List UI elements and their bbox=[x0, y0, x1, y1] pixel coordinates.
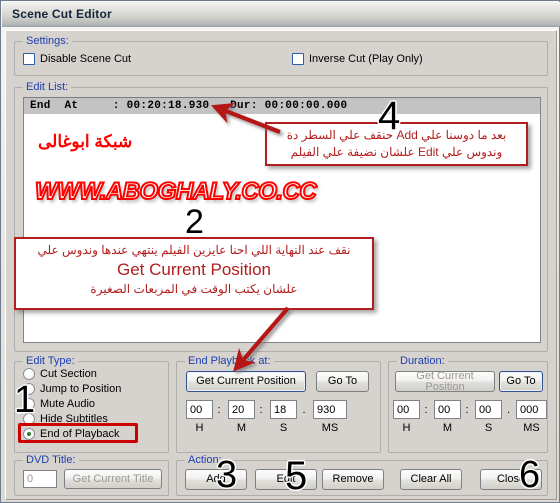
step-number-2: 2 bbox=[185, 203, 205, 241]
duration-minutes-input[interactable]: 00 bbox=[434, 400, 461, 419]
step-number-4: 4 bbox=[377, 94, 401, 138]
unit-seconds-label: S bbox=[279, 422, 288, 434]
disable-scene-cut-checkbox[interactable]: Disable Scene Cut bbox=[23, 53, 131, 65]
edit-list-row[interactable]: End At : 00:20:18.930 - Dur: 00:00:00.00… bbox=[24, 98, 540, 114]
annotation-line: وندوس علي Edit علشان نضيفة علي الفيلم bbox=[290, 145, 503, 159]
settings-legend: Settings: bbox=[23, 35, 72, 47]
inverse-cut-label: Inverse Cut (Play Only) bbox=[309, 53, 423, 65]
time-separator: . bbox=[302, 404, 306, 416]
radio-jump-to-position[interactable]: Jump to Position bbox=[23, 383, 121, 395]
end-playback-get-current-position-button[interactable]: Get Current Position bbox=[186, 371, 306, 392]
end-playback-ms-input[interactable]: 930 bbox=[313, 400, 347, 419]
checkbox-box-icon bbox=[292, 53, 304, 65]
unit-minutes-label: M bbox=[442, 422, 453, 434]
radio-label: Cut Section bbox=[40, 368, 97, 380]
step-number-1: 1 bbox=[13, 379, 36, 421]
step-number-5: 5 bbox=[284, 454, 308, 498]
annotation-box-get-current-position: نقف عند النهاية اللي احنا عايزين الفيلم … bbox=[14, 237, 374, 310]
annotation-line: نقف عند النهاية اللي احنا عايزين الفيلم … bbox=[37, 243, 351, 257]
annotation-line: علشان يكتب الوقت في المربعات الصغيرة bbox=[90, 282, 298, 296]
duration-go-to-button[interactable]: Go To bbox=[499, 371, 543, 392]
duration-get-current-position-button[interactable]: Get Current Position bbox=[395, 370, 495, 392]
watermark-url-text: WWW.ABOGHALY.CO.CC bbox=[34, 177, 318, 206]
step-number-6: 6 bbox=[518, 454, 541, 496]
radio-label: Mute Audio bbox=[40, 398, 96, 410]
end-playback-go-to-button[interactable]: Go To bbox=[316, 371, 369, 392]
disable-scene-cut-label: Disable Scene Cut bbox=[40, 53, 132, 65]
clear-all-button[interactable]: Clear All bbox=[400, 469, 462, 490]
time-separator: . bbox=[506, 404, 511, 416]
time-separator: : bbox=[424, 404, 428, 416]
dvd-title-group: DVD Title: 0 Get Current Title bbox=[14, 454, 169, 496]
annotation-line: Get Current Position bbox=[116, 260, 271, 279]
screenshot-root: Scene Cut Editor Settings: Disable Scene… bbox=[0, 0, 560, 503]
unit-minutes-label: M bbox=[236, 422, 247, 434]
time-separator: : bbox=[259, 404, 263, 416]
time-separator: : bbox=[217, 404, 221, 416]
unit-hours-label: H bbox=[195, 422, 204, 434]
duration-group: Duration: Get Current Position Go To 00 … bbox=[388, 355, 548, 453]
duration-seconds-input[interactable]: 00 bbox=[475, 400, 502, 419]
checkbox-box-icon bbox=[23, 53, 35, 65]
end-playback-legend: End Playback at: bbox=[185, 355, 274, 367]
inverse-cut-checkbox[interactable]: Inverse Cut (Play Only) bbox=[292, 53, 423, 65]
end-playback-group: End Playback at: Get Current Position Go… bbox=[176, 355, 381, 453]
unit-ms-label: MS bbox=[321, 422, 339, 434]
unit-seconds-label: S bbox=[484, 422, 493, 434]
time-separator: : bbox=[465, 404, 469, 416]
remove-button[interactable]: Remove bbox=[322, 469, 384, 490]
settings-group: Settings: Disable Scene Cut Inverse Cut … bbox=[14, 35, 548, 76]
end-of-playback-highlight bbox=[18, 423, 138, 443]
watermark-arabic-text: شبكة ابوغالى bbox=[38, 132, 133, 151]
unit-ms-label: MS bbox=[523, 422, 540, 434]
unit-hours-label: H bbox=[402, 422, 411, 434]
end-playback-hours-input[interactable]: 00 bbox=[186, 400, 213, 419]
get-current-title-button[interactable]: Get Current Title bbox=[64, 469, 162, 489]
window-title: Scene Cut Editor bbox=[12, 7, 112, 21]
edit-list-legend: Edit List: bbox=[23, 81, 72, 93]
window-titlebar[interactable]: Scene Cut Editor bbox=[2, 2, 560, 27]
end-playback-minutes-input[interactable]: 20 bbox=[228, 400, 255, 419]
dvd-title-input[interactable]: 0 bbox=[23, 470, 57, 488]
end-playback-seconds-input[interactable]: 18 bbox=[270, 400, 297, 419]
step-number-3: 3 bbox=[215, 454, 238, 496]
dvd-title-legend: DVD Title: bbox=[23, 454, 79, 466]
duration-hours-input[interactable]: 00 bbox=[393, 400, 420, 419]
duration-ms-input[interactable]: 000 bbox=[516, 400, 547, 419]
duration-legend: Duration: bbox=[397, 355, 448, 367]
edit-type-legend: Edit Type: bbox=[23, 355, 78, 367]
radio-label: Jump to Position bbox=[40, 383, 122, 395]
